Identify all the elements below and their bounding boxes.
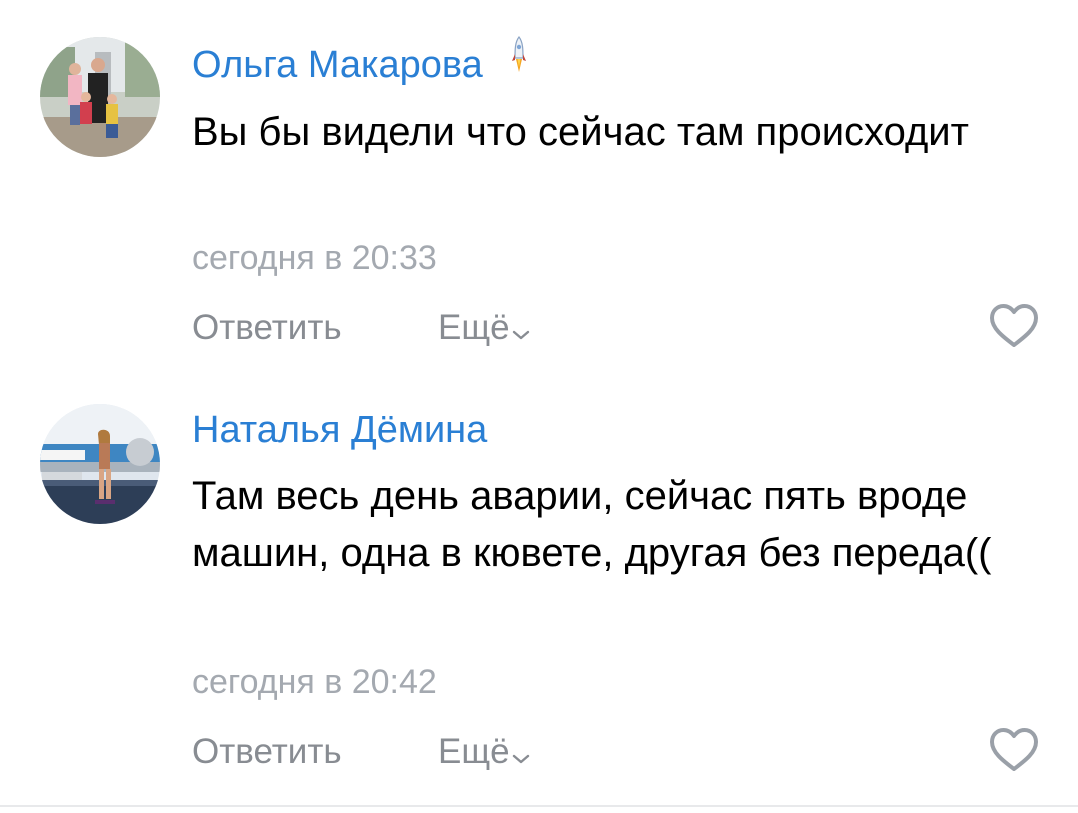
more-button[interactable]: Ещё xyxy=(438,308,530,350)
chevron-down-icon xyxy=(512,734,530,774)
avatar[interactable] xyxy=(40,37,160,157)
comment-text: Там весь день аварии, сейчас пять вроде … xyxy=(192,474,992,575)
comment-actions: Ответить Ещё xyxy=(192,727,1042,777)
avatar[interactable] xyxy=(40,404,160,524)
comment-text: Вы бы видели что сейчас там происходит xyxy=(192,110,969,154)
comment-actions: Ответить Ещё xyxy=(192,303,1042,353)
more-label: Ещё xyxy=(438,732,510,771)
chevron-down-icon xyxy=(512,310,530,350)
more-label: Ещё xyxy=(438,308,510,347)
like-button[interactable] xyxy=(988,727,1040,773)
author-name[interactable]: Наталья Дёмина xyxy=(192,409,487,451)
comment-author[interactable]: Ольга Макарова xyxy=(192,36,527,87)
comment-time[interactable]: сегодня в 20:42 xyxy=(192,662,437,702)
comment-author[interactable]: Наталья Дёмина xyxy=(192,408,487,452)
heart-icon xyxy=(990,304,1038,347)
like-button[interactable] xyxy=(988,303,1040,349)
reply-button[interactable]: Ответить xyxy=(192,732,342,772)
comment-item: Ольга Макарова Вы бы видели что сейчас т… xyxy=(0,0,1078,380)
rocket-icon xyxy=(511,36,527,86)
comment-time[interactable]: сегодня в 20:33 xyxy=(192,238,437,278)
divider xyxy=(0,805,1078,807)
more-button[interactable]: Ещё xyxy=(438,732,530,774)
heart-icon xyxy=(990,728,1038,771)
reply-button[interactable]: Ответить xyxy=(192,308,342,348)
comment-item: Наталья Дёмина Там весь день аварии, сей… xyxy=(0,380,1078,805)
author-name[interactable]: Ольга Макарова xyxy=(192,44,483,86)
